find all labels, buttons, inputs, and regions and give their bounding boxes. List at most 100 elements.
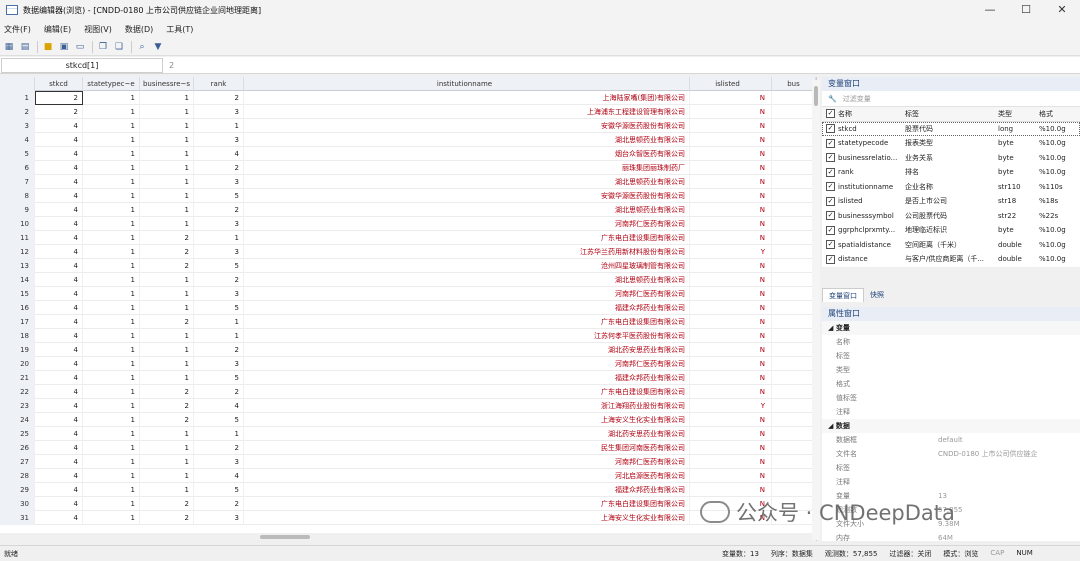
table-cell[interactable]: 1 [140, 105, 194, 119]
table-cell[interactable]: 2 [140, 385, 194, 399]
table-cell[interactable] [772, 203, 816, 217]
checkbox-icon[interactable]: ✓ [826, 225, 835, 235]
table-cell[interactable]: 江苏何孝平医药股份有限公司 [244, 329, 690, 343]
col-header[interactable]: businessre~s [140, 77, 194, 91]
table-cell[interactable]: 4 [35, 497, 83, 511]
table-cell[interactable] [772, 301, 816, 315]
table-cell[interactable]: 上海安义生化实业有限公司 [244, 413, 690, 427]
table-cell[interactable]: 4 [194, 147, 244, 161]
col-header[interactable]: islisted [690, 77, 772, 91]
table-cell[interactable]: 2 [140, 413, 194, 427]
table-cell[interactable] [772, 385, 816, 399]
table-cell[interactable]: 1 [83, 385, 140, 399]
table-cell[interactable]: 2 [140, 511, 194, 525]
table-cell[interactable]: 1 [140, 441, 194, 455]
row-number[interactable]: 1 [0, 91, 35, 105]
table-cell[interactable]: 1 [83, 343, 140, 357]
checkbox-icon[interactable]: ✓ [826, 254, 835, 264]
table-row[interactable]: 18 4 1 1 1 江苏何孝平医药股份有限公司 N [0, 329, 816, 343]
table-cell[interactable]: 4 [35, 161, 83, 175]
table-cell[interactable]: 4 [35, 469, 83, 483]
table-cell[interactable]: 4 [35, 343, 83, 357]
table-cell[interactable]: N [690, 413, 772, 427]
table-cell[interactable]: 1 [140, 203, 194, 217]
table-row[interactable]: 11 4 1 2 1 广东电白建设集团有限公司 N [0, 231, 816, 245]
table-row[interactable]: 22 4 1 2 2 广东电白建设集团有限公司 N [0, 385, 816, 399]
table-cell[interactable]: 2 [140, 315, 194, 329]
table-row[interactable]: 13 4 1 2 5 沧州四星玻璃制管有限公司 N [0, 259, 816, 273]
table-cell[interactable]: 1 [83, 91, 140, 105]
row-number[interactable]: 28 [0, 469, 35, 483]
table-row[interactable]: 16 4 1 1 5 福建众邦药业有限公司 N [0, 301, 816, 315]
table-cell[interactable] [772, 273, 816, 287]
table-cell[interactable]: 沧州四星玻璃制管有限公司 [244, 259, 690, 273]
row-number[interactable]: 12 [0, 245, 35, 259]
table-cell[interactable]: 4 [35, 329, 83, 343]
table-cell[interactable]: 1 [140, 119, 194, 133]
table-cell[interactable]: N [690, 189, 772, 203]
table-cell[interactable]: 河南邦仁医药有限公司 [244, 455, 690, 469]
table-cell[interactable]: 1 [83, 189, 140, 203]
menu-edit[interactable]: 编辑(E) [44, 24, 71, 35]
checkbox-icon[interactable]: ✓ [826, 124, 835, 134]
table-cell[interactable]: N [690, 217, 772, 231]
table-row[interactable]: 24 4 1 2 5 上海安义生化实业有限公司 N [0, 413, 816, 427]
table-cell[interactable] [772, 483, 816, 497]
minimize-button[interactable]: — [972, 0, 1008, 20]
table-cell[interactable]: 4 [35, 483, 83, 497]
table-cell[interactable]: 1 [83, 245, 140, 259]
table-cell[interactable]: 1 [83, 175, 140, 189]
table-cell[interactable]: N [690, 315, 772, 329]
table-row[interactable]: 6 4 1 1 2 丽珠集团丽珠制药厂 N [0, 161, 816, 175]
table-cell[interactable]: 3 [194, 217, 244, 231]
table-cell[interactable]: 1 [83, 413, 140, 427]
table-cell[interactable]: 3 [194, 357, 244, 371]
table-cell[interactable]: 1 [83, 287, 140, 301]
table-cell[interactable]: 1 [83, 357, 140, 371]
table-cell[interactable] [772, 371, 816, 385]
table-cell[interactable] [772, 343, 816, 357]
table-cell[interactable]: 1 [83, 259, 140, 273]
row-number[interactable]: 7 [0, 175, 35, 189]
table-cell[interactable]: 4 [35, 511, 83, 525]
table-cell[interactable]: N [690, 371, 772, 385]
table-cell[interactable]: N [690, 231, 772, 245]
table-cell[interactable]: N [690, 91, 772, 105]
table-cell[interactable]: 1 [140, 329, 194, 343]
table-cell[interactable]: 上海安义生化实业有限公司 [244, 511, 690, 525]
table-cell[interactable]: 1 [194, 231, 244, 245]
row-number[interactable]: 18 [0, 329, 35, 343]
table-cell[interactable]: 4 [35, 245, 83, 259]
table-cell[interactable]: 湖北思顿药业有限公司 [244, 273, 690, 287]
table-cell[interactable]: 1 [83, 147, 140, 161]
table-cell[interactable]: N [690, 119, 772, 133]
table-cell[interactable]: 上海浦东工程建设管理有限公司 [244, 105, 690, 119]
table-cell[interactable]: 1 [83, 119, 140, 133]
table-cell[interactable] [772, 287, 816, 301]
table-row[interactable]: 12 4 1 2 3 江苏华兰药用新材料股份有限公司 Y [0, 245, 816, 259]
table-cell[interactable]: 4 [35, 189, 83, 203]
row-number[interactable]: 5 [0, 147, 35, 161]
checkbox-icon[interactable]: ✓ [826, 138, 835, 148]
table-row[interactable]: 3 4 1 1 1 安徽华源医药股份有限公司 N [0, 119, 816, 133]
table-cell[interactable]: 4 [35, 217, 83, 231]
table-cell[interactable]: 5 [194, 483, 244, 497]
table-icon[interactable]: ▦ [2, 41, 16, 53]
search-icon[interactable]: ⌕ [135, 41, 149, 53]
table-cell[interactable]: 2 [35, 91, 83, 105]
row-number[interactable]: 13 [0, 259, 35, 273]
table-cell[interactable]: 5 [194, 413, 244, 427]
table-cell[interactable]: N [690, 385, 772, 399]
menu-data[interactable]: 数据(D) [125, 24, 153, 35]
table-row[interactable]: 1 2 1 1 2 上海陆家嘴(集团)有限公司 N [0, 91, 816, 105]
table-cell[interactable]: 2 [194, 273, 244, 287]
table-cell[interactable] [772, 357, 816, 371]
table-cell[interactable]: 1 [140, 189, 194, 203]
table-cell[interactable] [772, 161, 816, 175]
table-cell[interactable]: 广东电白建设集团有限公司 [244, 315, 690, 329]
row-number[interactable]: 10 [0, 217, 35, 231]
table-cell[interactable]: 1 [83, 455, 140, 469]
table-cell[interactable]: N [690, 147, 772, 161]
table-cell[interactable]: 广东电白建设集团有限公司 [244, 231, 690, 245]
table-cell[interactable]: 2 [140, 399, 194, 413]
